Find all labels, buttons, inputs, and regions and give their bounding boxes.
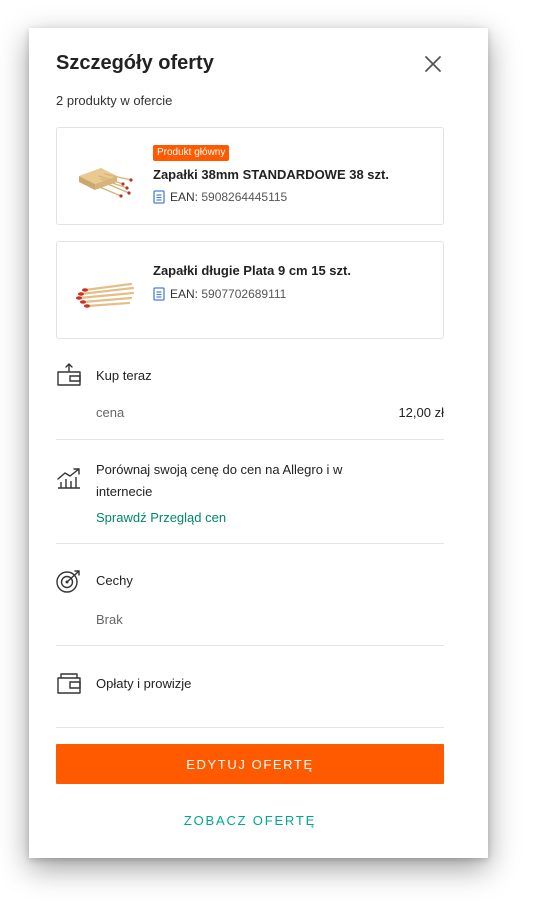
long-matches-image — [76, 282, 135, 308]
target-icon — [56, 570, 80, 593]
close-button[interactable] — [421, 52, 445, 76]
products-count: 2 produkty w ofercie — [56, 93, 173, 108]
document-icon — [153, 190, 165, 204]
product-ean: EAN: 5907702689111 — [153, 287, 286, 301]
ean-label: EAN: — [170, 190, 199, 204]
features-label: Cechy — [96, 573, 133, 588]
ean-value: 5907702689111 — [201, 287, 287, 301]
document-icon — [153, 287, 165, 301]
page-title: Szczegóły oferty — [56, 52, 214, 74]
matchbox-image — [79, 168, 133, 198]
divider — [56, 727, 444, 728]
price-overview-link[interactable]: Sprawdź Przegląd cen — [96, 510, 226, 525]
product-name: Zapałki 38mm STANDARDOWE 38 szt. — [153, 167, 389, 182]
edit-offer-button[interactable]: EDYTUJ OFERTĘ — [56, 744, 444, 784]
compare-price-label: Porównaj swoją cenę do cen na Allegro i … — [96, 462, 343, 499]
ean-label: EAN: — [170, 287, 199, 301]
chart-trend-icon — [57, 468, 80, 489]
main-product-badge: Produkt główny — [153, 145, 230, 161]
product-ean: EAN: 5908264445115 — [153, 190, 287, 204]
divider — [56, 439, 444, 440]
offer-details-panel: Szczegóły oferty 2 produkty w ofercie Pr… — [29, 28, 488, 858]
features-value: Brak — [96, 612, 123, 627]
buy-now-label: Kup teraz — [96, 368, 152, 383]
wallet-icon — [57, 673, 81, 694]
price-label: cena — [96, 405, 125, 420]
divider — [56, 543, 444, 544]
fees-label: Opłaty i prowizje — [96, 676, 192, 691]
divider — [56, 645, 444, 646]
wallet-upload-icon — [57, 363, 81, 386]
view-offer-button[interactable]: ZOBACZ OFERTĘ — [56, 806, 444, 834]
product-card-secondary[interactable]: Zapałki długie Plata 9 cm 15 szt. EAN: 5… — [56, 241, 444, 339]
close-icon — [425, 56, 441, 72]
price-value: 12,00 zł — [398, 405, 444, 420]
product-card-main[interactable]: Produkt główny Zapałki 38mm STANDARDOWE … — [56, 127, 444, 225]
ean-value: 5908264445115 — [201, 190, 288, 204]
product-name: Zapałki długie Plata 9 cm 15 szt. — [153, 263, 351, 278]
